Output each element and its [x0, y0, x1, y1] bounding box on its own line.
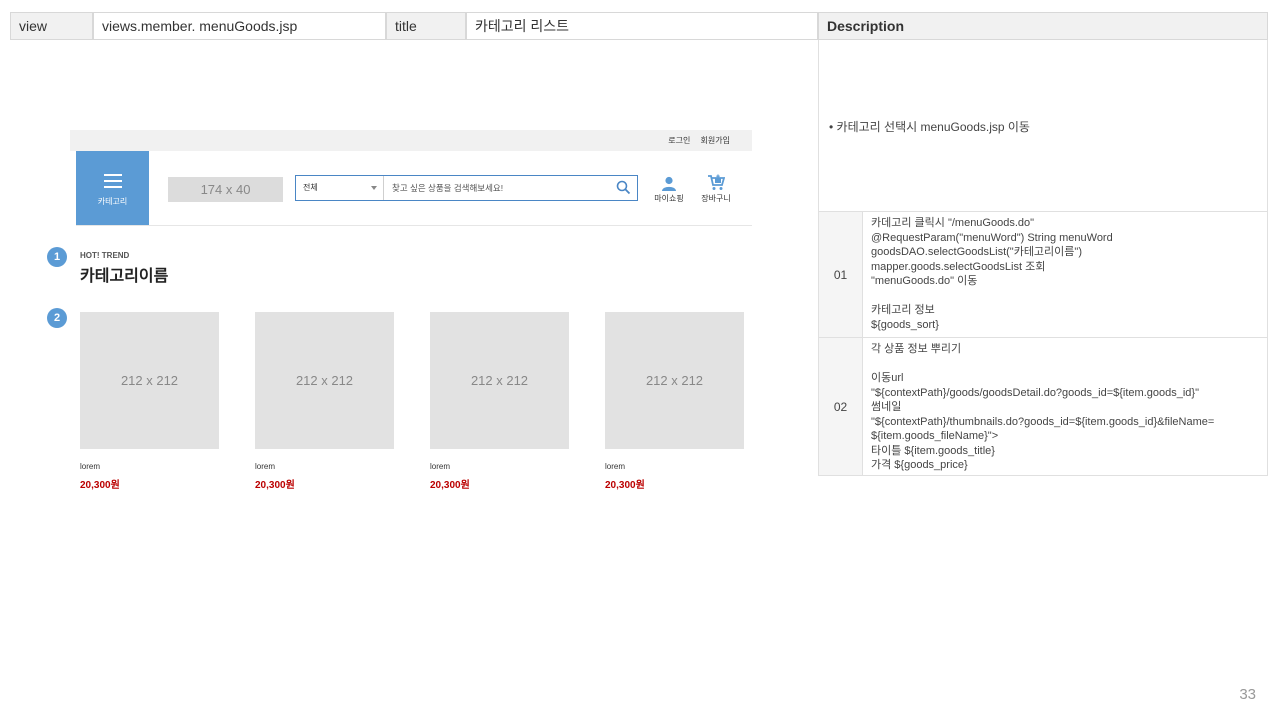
chevron-down-icon [371, 186, 377, 190]
cart-button[interactable]: 장바구니 [697, 174, 735, 204]
row-line: 타이틀 ${item.goods_title} [871, 444, 995, 457]
row-line: mapper.goods.selectGoodsList 조회 [871, 260, 1046, 273]
mypage-label: 마이쇼핑 [654, 194, 684, 203]
row-line: goodsDAO.selectGoodsList("카테고리이름") [871, 246, 1082, 258]
product-card[interactable]: 212 x 212 lorem 20,300원 [605, 312, 745, 491]
product-card[interactable]: 212 x 212 lorem 20,300원 [80, 312, 220, 491]
search-bar: 전체 찾고 싶은 상품을 검색해보세요! [295, 175, 638, 201]
row-line: 카테고리 정보 [871, 304, 935, 316]
product-name[interactable]: lorem [430, 462, 570, 471]
product-card[interactable]: 212 x 212 lorem 20,300원 [255, 312, 395, 491]
top-utility-bar: 로그인 회원가입 [70, 130, 752, 151]
annotation-badge-2: 2 [47, 308, 67, 328]
row-line [871, 357, 1261, 372]
product-card[interactable]: 212 x 212 lorem 20,300원 [430, 312, 570, 491]
view-value: views.member. menuGoods.jsp [102, 18, 298, 34]
row-line: ${item.goods_fileName}"> [871, 430, 999, 442]
product-thumbnail[interactable]: 212 x 212 [255, 312, 394, 449]
description-row-02: 02 각 상품 정보 뿌리기 이동url "${contextPath}/goo… [818, 338, 1268, 476]
product-name[interactable]: lorem [605, 462, 745, 471]
header-divider [76, 225, 752, 226]
product-price: 20,300원 [605, 480, 645, 491]
row-line: @RequestParam("menuWord") String menuWor… [871, 231, 1113, 244]
hamburger-icon [104, 174, 122, 188]
view-label: view [19, 18, 48, 34]
annotation-badge-1: 1 [47, 247, 67, 267]
category-menu-button[interactable]: 카테고리 [76, 151, 149, 225]
description-row-01: 01 카데고리 클릭시 "/menuGoods.do" @RequestPara… [818, 212, 1268, 338]
page-number: 33 [1239, 686, 1256, 703]
row-line: "menuGoods.do" 이동 [871, 275, 978, 287]
row-line: "${contextPath}/thumbnails.do?goods_id=$… [871, 415, 1215, 428]
search-input[interactable]: 찾고 싶은 상품을 검색해보세요! [392, 176, 503, 200]
row-number: 01 [819, 212, 863, 337]
login-link[interactable]: 로그인 [668, 136, 690, 145]
product-price: 20,300원 [255, 480, 295, 491]
title-value-cell: 카테고리 리스트 [466, 12, 818, 40]
cart-label: 장바구니 [701, 194, 731, 203]
view-label-cell: view [10, 12, 93, 40]
description-bullet-text: 카테고리 선택시 menuGoods.jsp 이동 [836, 120, 1030, 134]
category-title: 카테고리이름 [80, 268, 169, 285]
product-price: 20,300원 [80, 480, 120, 491]
description-summary: • 카테고리 선택시 menuGoods.jsp 이동 [818, 40, 1268, 212]
search-select-value: 전체 [303, 183, 318, 192]
product-name[interactable]: lorem [80, 462, 220, 471]
search-icon[interactable] [616, 180, 631, 195]
row-line: 이동url [871, 372, 904, 384]
category-button-label: 카테고리 [97, 197, 128, 206]
row-text: 카데고리 클릭시 "/menuGoods.do" @RequestParam("… [871, 216, 1261, 332]
row-line: 카데고리 클릭시 "/menuGoods.do" [871, 217, 1035, 229]
logo-placeholder[interactable]: 174 x 40 [168, 177, 283, 202]
product-thumbnail[interactable]: 212 x 212 [605, 312, 744, 449]
mypage-button[interactable]: 마이쇼핑 [650, 176, 688, 204]
user-icon [662, 176, 676, 191]
row-line: 썸네일 [871, 401, 902, 413]
row-line: ${goods_sort} [871, 318, 939, 331]
title-value: 카테고리 리스트 [475, 18, 570, 34]
description-heading: Description [818, 12, 1268, 40]
row-number: 02 [819, 338, 863, 475]
top-links: 로그인 회원가입 [660, 135, 730, 146]
title-label: title [395, 18, 417, 34]
row-line [871, 289, 1261, 304]
row-line: "${contextPath}/goods/goodsDetail.do?goo… [871, 386, 1199, 399]
product-thumbnail[interactable]: 212 x 212 [430, 312, 569, 449]
product-price: 20,300원 [430, 480, 470, 491]
signup-link[interactable]: 회원가입 [701, 136, 730, 145]
cart-icon [708, 174, 726, 190]
row-text: 각 상품 정보 뿌리기 이동url "${contextPath}/goods/… [871, 342, 1261, 473]
title-label-cell: title [386, 12, 466, 40]
product-thumbnail[interactable]: 212 x 212 [80, 312, 219, 449]
hot-trend-label: HOT! TREND [80, 251, 130, 260]
row-line: 가격 ${goods_price} [871, 459, 968, 471]
row-line: 각 상품 정보 뿌리기 [871, 343, 962, 355]
description-bullet: • 카테고리 선택시 menuGoods.jsp 이동 [829, 120, 1030, 134]
search-category-select[interactable]: 전체 [296, 176, 384, 200]
product-name[interactable]: lorem [255, 462, 395, 471]
view-value-cell: views.member. menuGoods.jsp [93, 12, 386, 40]
